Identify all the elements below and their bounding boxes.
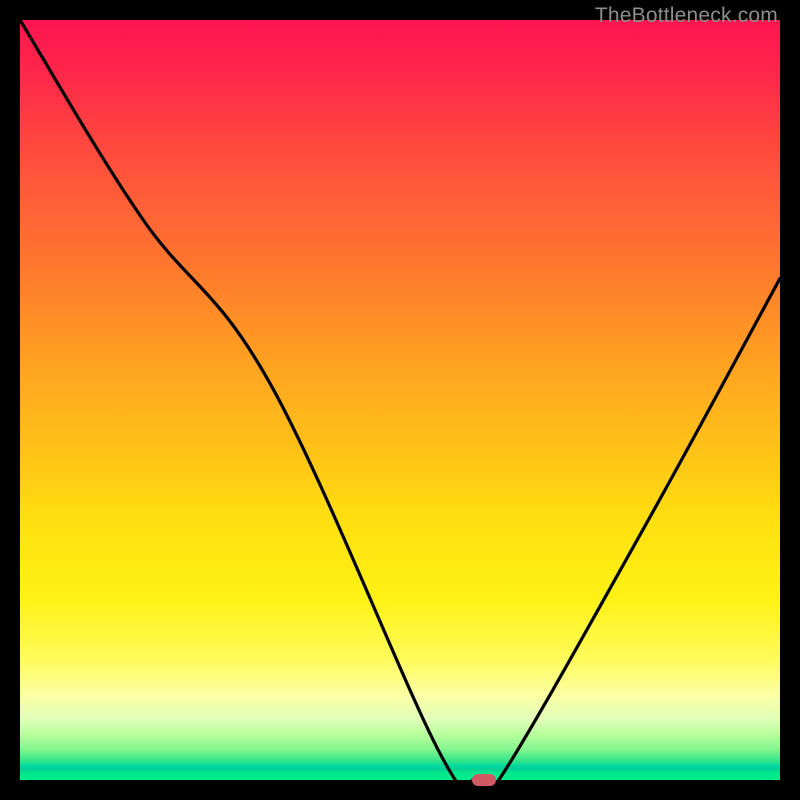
curve-path: [20, 20, 780, 780]
optimal-marker: [472, 774, 496, 786]
bottleneck-curve: [20, 20, 780, 780]
plot-area: [20, 20, 780, 780]
watermark-text: TheBottleneck.com: [595, 4, 778, 28]
chart-frame: TheBottleneck.com: [0, 0, 800, 800]
